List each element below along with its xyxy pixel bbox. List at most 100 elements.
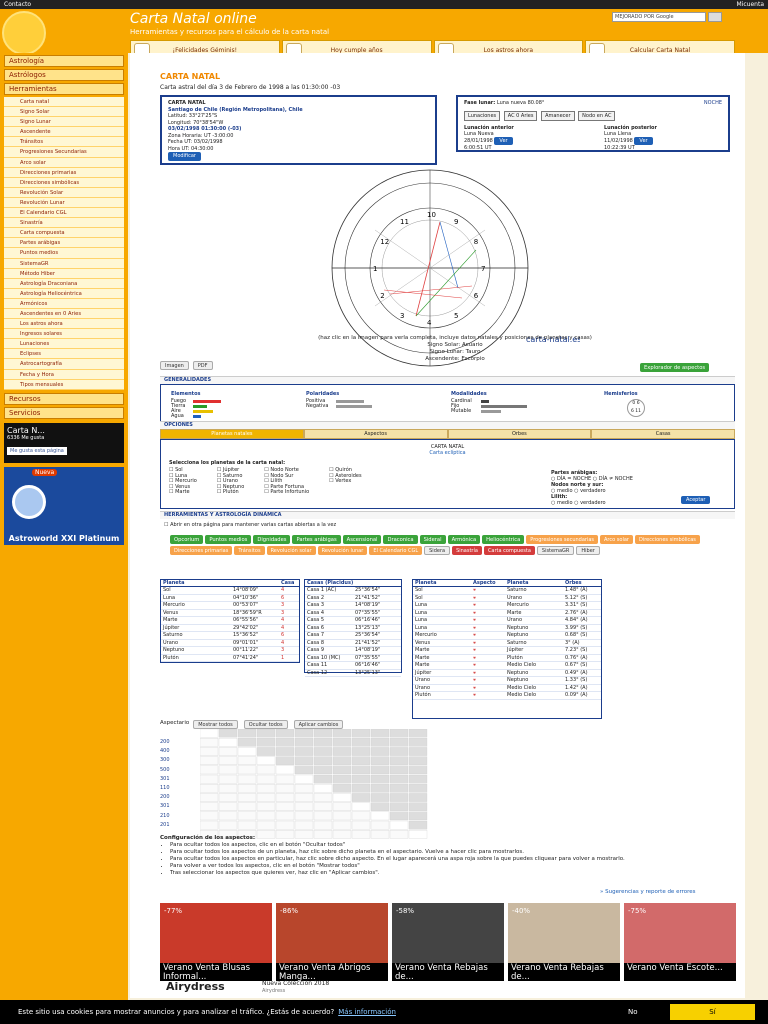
tool-button[interactable]: Heliocéntrica [482,535,525,544]
aspect-cell[interactable] [408,729,428,738]
table-row[interactable]: Plutón 07°41'24" 1 [161,655,299,662]
table-row[interactable]: Urano ⚹ Neptuno 1.33° (S) [413,677,601,685]
aspect-cell[interactable] [389,793,409,802]
aspect-cell[interactable] [389,756,409,765]
aspect-cell[interactable] [408,756,428,765]
aspect-cell[interactable] [275,756,295,765]
amanecer-button[interactable]: Amanecer [541,111,575,121]
tool-button[interactable]: Sidera [424,546,451,555]
table-row[interactable]: Marte ⚹ Júpiter 7.23° (S) [413,647,601,655]
prev-ver-button[interactable]: Ver [494,137,513,145]
table-row[interactable]: Neptuno 00°11'22" 3 [161,647,299,655]
lunaciones-button[interactable]: Lunaciones [464,111,501,121]
aspect-cell[interactable] [408,765,428,775]
tool-button[interactable]: Dignidades [253,535,291,544]
aspect-cell[interactable] [200,747,219,756]
sidebar-tool-25[interactable]: Eclipses [4,349,124,360]
aspect-cell[interactable] [313,738,333,747]
sidebar-tool-24[interactable]: Lunaciones [4,339,124,350]
aspect-cell[interactable] [313,793,333,802]
aspect-cell[interactable] [275,765,295,775]
generalidades-header[interactable]: GENERALIDADES [160,376,735,384]
planet-option[interactable]: ☐ Parte Infortunio [264,490,309,496]
table-row[interactable]: Sol ⚹ Urano 5.12° (S) [413,595,601,602]
aspect-cell[interactable] [313,820,333,830]
sun-logo-icon[interactable] [2,11,46,55]
aspect-cell[interactable] [200,729,219,738]
table-row[interactable]: Casa 12 13°25'13" [305,670,401,677]
aspect-cell[interactable] [218,765,238,775]
aspect-cell[interactable] [389,811,409,821]
aspect-cell[interactable] [351,765,371,775]
table-row[interactable]: Casa 8 21°41'52" [305,640,401,647]
sidebar-tool-4[interactable]: Tránsitos [4,137,124,148]
tool-button[interactable]: Carta compuesta [483,546,535,555]
aspect-cell[interactable] [370,747,390,756]
dynamic-header[interactable]: HERRAMIENTAS Y ASTROLOGÍA DINÁMICA [160,511,735,519]
table-row[interactable]: Casa 11 06°16'46" [305,662,401,670]
table-row[interactable]: Plutón ⚹ Medio Cielo 0.09° (A) [413,692,601,700]
aspect-cell[interactable] [200,784,219,793]
aspect-cell[interactable] [294,747,314,756]
facebook-card[interactable]: Carta N... 6336 Me gusta Me gusta esta p… [4,422,124,463]
tool-button[interactable]: SistemaGR [536,546,575,555]
aspect-cell[interactable] [351,784,371,793]
aspect-cell[interactable] [351,774,371,784]
aspect-cell[interactable] [351,756,371,765]
image-button[interactable]: Imagen [160,361,189,370]
cookie-no-button[interactable]: No [628,1008,638,1016]
table-row[interactable]: Saturno 15°36'52" 6 [161,632,299,640]
aspect-cell[interactable] [332,802,352,811]
aspect-cell[interactable] [256,820,276,830]
aspect-cell[interactable] [218,756,238,765]
aspect-cell[interactable] [313,811,333,821]
tool-button[interactable]: Draconica [383,535,418,544]
fb-like-button[interactable]: Me gusta esta página [7,446,67,455]
aspect-cell[interactable] [200,738,219,747]
aspect-cell[interactable] [275,793,295,802]
aspect-cell[interactable] [256,738,276,747]
sidebar-tool-1[interactable]: Signo Solar [4,107,124,118]
aspect-cell[interactable] [332,729,352,738]
aspect-cell[interactable] [313,774,333,784]
sidebar-tool-22[interactable]: Los astros ahora [4,319,124,330]
aspect-cell[interactable] [408,811,428,821]
aspect-cell[interactable] [294,774,314,784]
aspect-cell[interactable] [408,820,428,830]
opciones-header[interactable]: OPCIONES [160,421,735,429]
nodo-ac-button[interactable]: Nodo en AC [578,111,616,121]
aspect-cell[interactable] [332,747,352,756]
aspect-cell[interactable] [256,765,276,775]
aspect-cell[interactable] [218,774,238,784]
aspect-cell[interactable] [351,738,371,747]
table-row[interactable]: Luna 04°10'36" 6 [161,595,299,602]
table-row[interactable]: Casa 6 13°25'13" [305,625,401,632]
aspect-cell[interactable] [370,729,390,738]
tool-button[interactable]: Puntos medios [205,535,252,544]
sidebar-tool-13[interactable]: Carta compuesta [4,228,124,239]
sidebar-tool-15[interactable]: Puntos medios [4,248,124,259]
table-row[interactable]: Mercurio ⚹ Neptuno 0.68° (S) [413,632,601,640]
aspect-cell[interactable] [351,820,371,830]
aspect-cell[interactable] [275,747,295,756]
cookie-si-button[interactable]: Sí [670,1004,755,1020]
aspect-cell[interactable] [408,774,428,784]
tool-button[interactable]: Direcciones primarias [170,546,233,555]
sidebar-tool-12[interactable]: Sinastría [4,218,124,229]
sidebar-tool-17[interactable]: Método Hiber [4,268,124,279]
aspect-cell[interactable] [408,738,428,747]
aspect-cell[interactable] [332,738,352,747]
aspect-cell[interactable] [218,793,238,802]
sidebar-tool-0[interactable]: Carta natal [4,97,124,108]
sidebar-tool-23[interactable]: Ingresos solares [4,329,124,340]
aspect-cell[interactable] [294,802,314,811]
sidebar-tool-20[interactable]: Armónicos [4,298,124,309]
table-row[interactable]: Casa 3 14°08'19" [305,602,401,610]
aspect-cell[interactable] [313,729,333,738]
aspect-cell[interactable] [370,802,390,811]
aspect-cell[interactable] [256,756,276,765]
sidebar-tool-21[interactable]: Ascendentes en 0 Aries [4,308,124,320]
tool-button[interactable]: Ascensional [342,535,382,544]
tool-button[interactable]: Tránsitos [234,546,265,555]
aspect-cell[interactable] [237,765,257,775]
